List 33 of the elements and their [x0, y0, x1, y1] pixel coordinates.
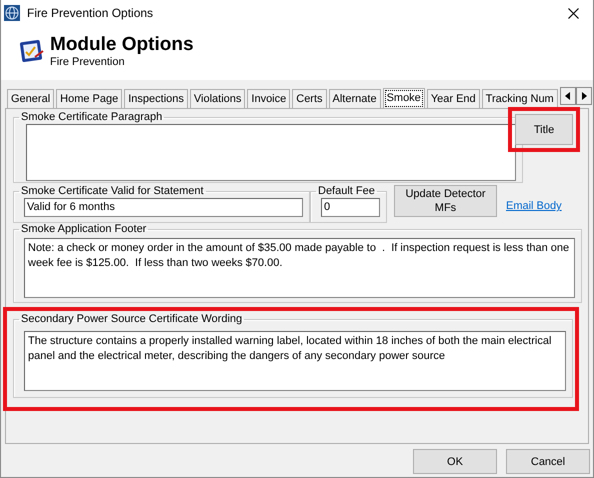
close-icon[interactable]: [568, 8, 579, 18]
email-body-link[interactable]: Email Body: [506, 200, 562, 212]
dialog-button[interactable]: OK: [413, 449, 497, 474]
tab[interactable]: Tracking Num: [482, 89, 558, 108]
text-area-field[interactable]: The structure contains a properly installed warning label, located within 18 inches of both the main electrical panel and the electrical meter, describing the dangers of any secondary power source: [24, 331, 566, 391]
tab[interactable]: Smoke: [382, 88, 425, 109]
checklist-icon: [18, 37, 46, 65]
scroll-right-icon[interactable]: [576, 87, 592, 105]
text-area-field[interactable]: Note: a check or money order in the amount of $35.00 made payable to . If inspection request is less than one week fee is $125.00. If less than two weeks $70.00.: [24, 238, 575, 298]
group-label: Smoke Certificate Valid for Statement: [20, 185, 205, 198]
tab[interactable]: General: [7, 89, 54, 108]
tab[interactable]: Year End: [426, 89, 480, 108]
window-title: Fire Prevention Options: [27, 6, 154, 20]
globe-icon: [4, 5, 20, 21]
title-button[interactable]: Title: [515, 114, 573, 145]
dialog-button[interactable]: Cancel: [506, 449, 590, 474]
tab[interactable]: Inspections: [124, 89, 188, 108]
tab[interactable]: Violations: [190, 89, 246, 108]
group-label: Default Fee: [317, 185, 376, 198]
scroll-left-icon[interactable]: [560, 87, 576, 105]
fee-field[interactable]: 0: [321, 198, 380, 217]
module-title: Module Options: [50, 34, 194, 56]
tab[interactable]: Certs: [292, 89, 327, 108]
module-subtitle: Fire Prevention: [50, 56, 126, 69]
group-label: Smoke Certificate Paragraph: [20, 111, 164, 124]
text-area-field[interactable]: [26, 124, 516, 181]
update-button[interactable]: Update Detector MFs: [394, 185, 497, 217]
group-label: Secondary Power Source Certificate Wording: [20, 313, 244, 326]
tab[interactable]: Invoice: [247, 89, 290, 108]
text-field[interactable]: Valid for 6 months: [24, 198, 303, 217]
tab[interactable]: Home Page: [56, 89, 122, 108]
tab[interactable]: Alternate: [328, 89, 381, 108]
group-label: Smoke Application Footer: [20, 223, 148, 236]
